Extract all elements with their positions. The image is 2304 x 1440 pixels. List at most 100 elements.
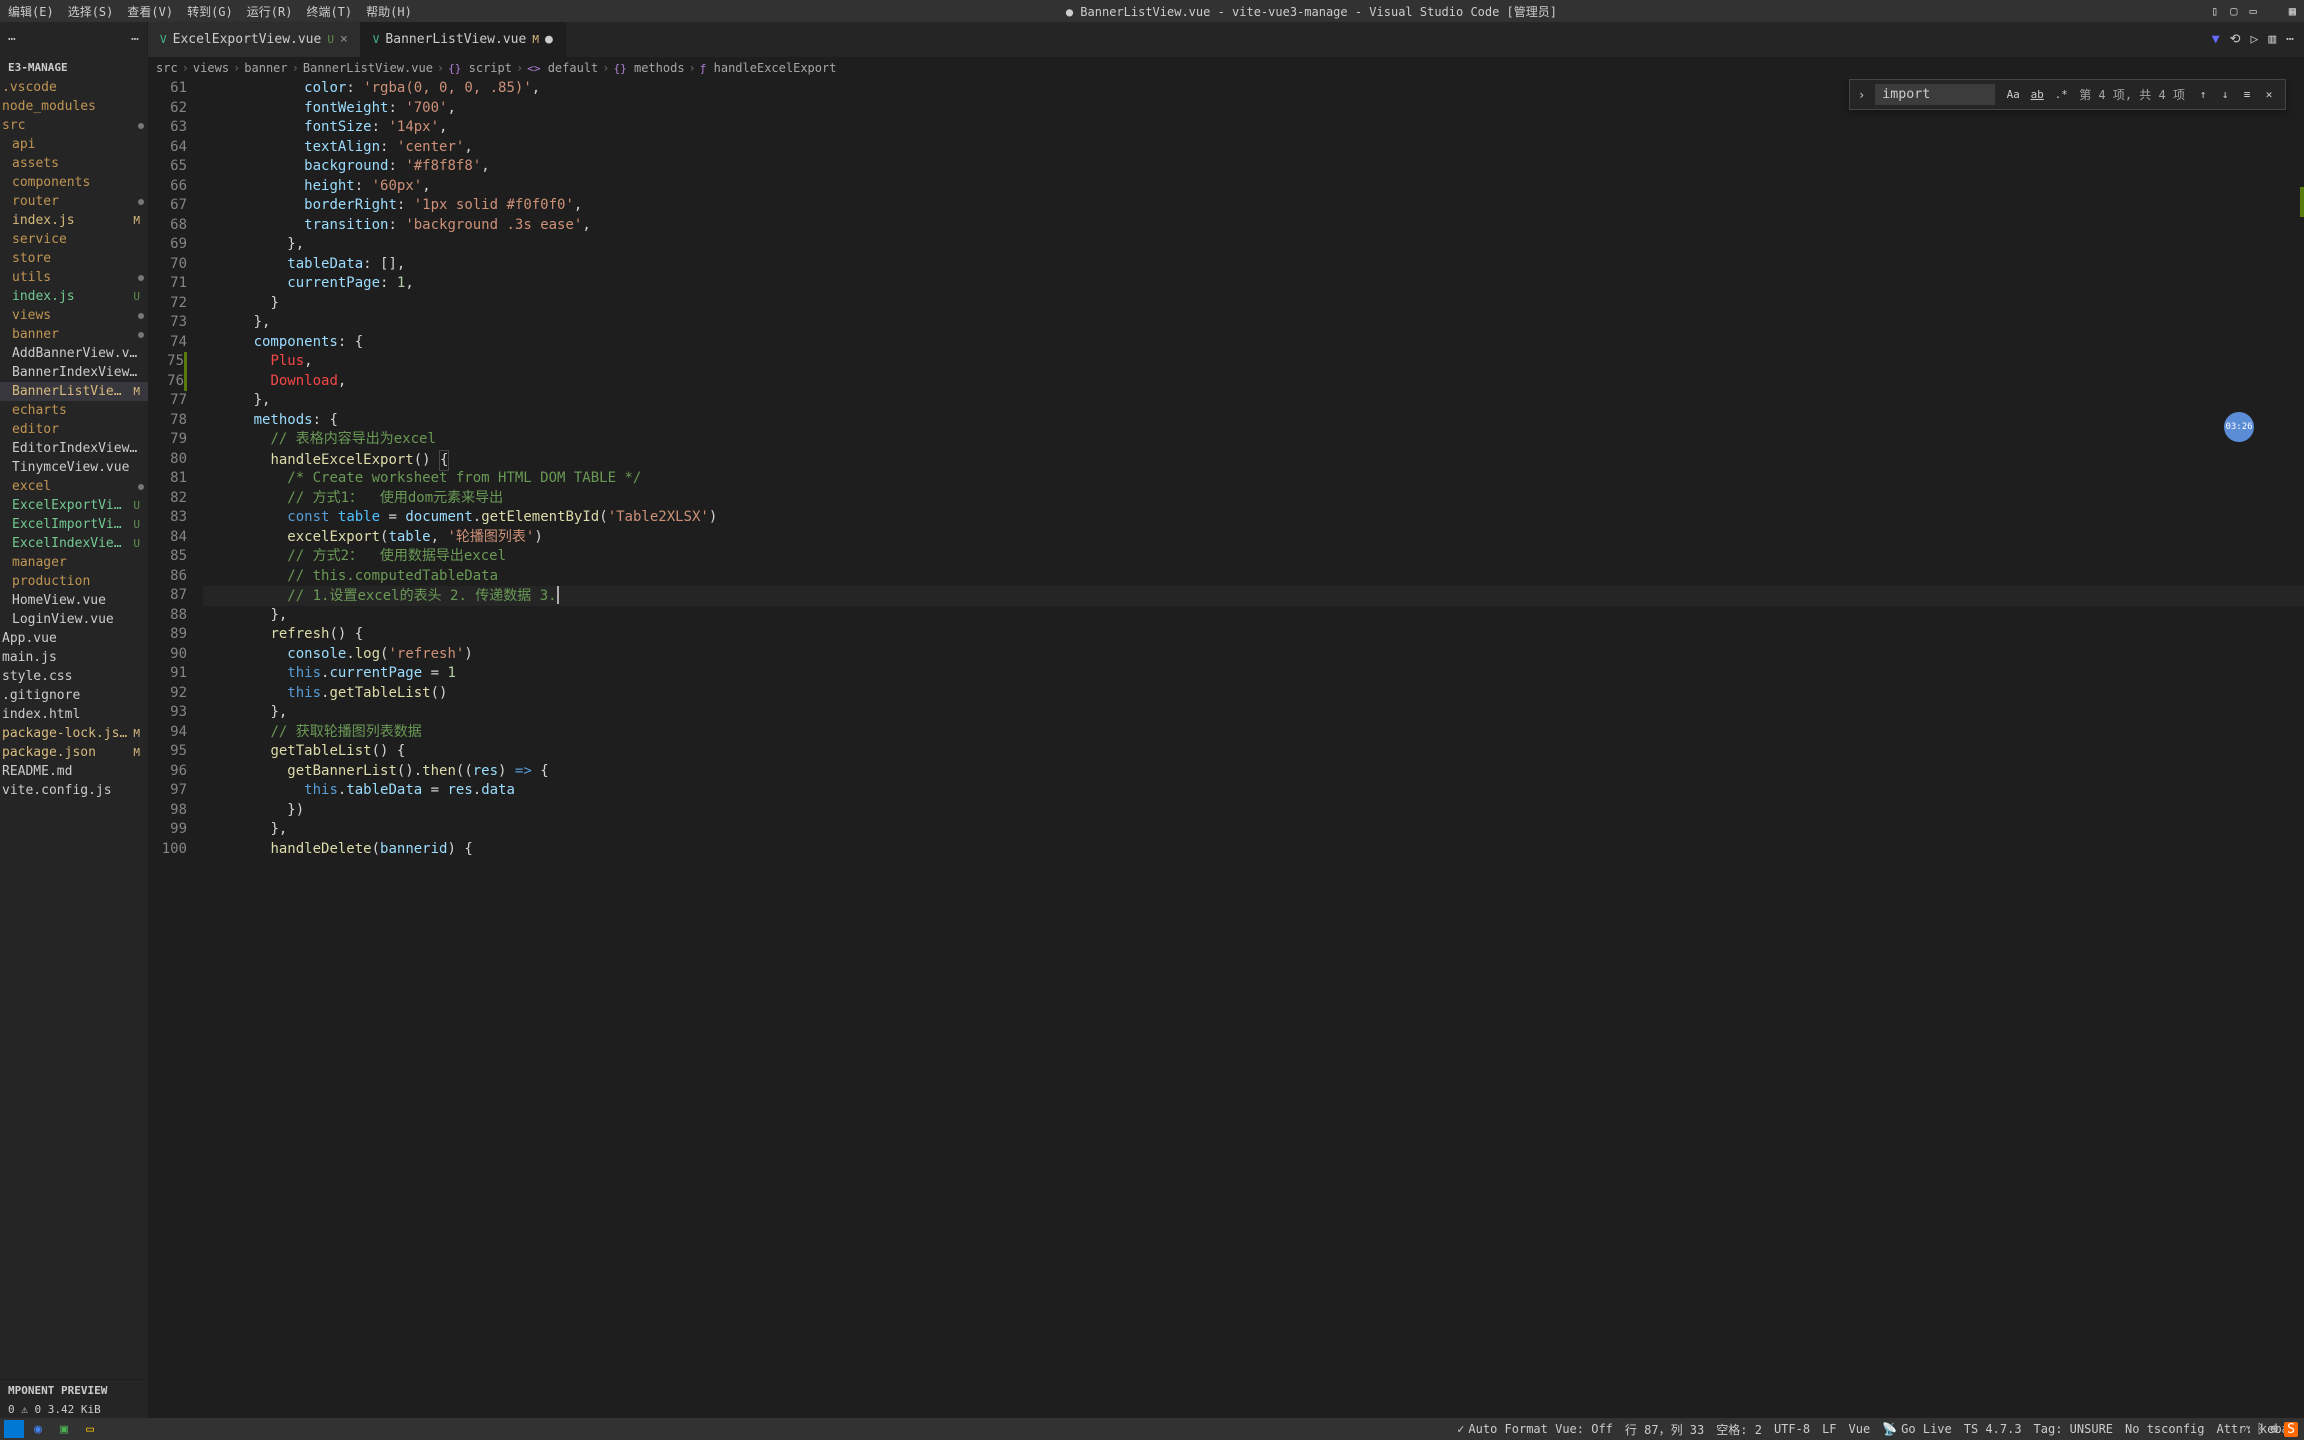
menu-item[interactable]: 运行(R) [247, 3, 293, 20]
find-expand-icon[interactable]: › [1856, 88, 1867, 102]
vite-icon[interactable]: ▼ [2212, 32, 2220, 47]
tray-bt-icon[interactable]: ᛒ [2257, 1422, 2265, 1437]
layout-icon[interactable]: ▦ [2289, 4, 2296, 18]
file-item[interactable]: README.md [0, 762, 148, 781]
status-encoding[interactable]: UTF-8 [1774, 1422, 1810, 1436]
code-line[interactable]: }, [203, 235, 2304, 255]
status-cursor[interactable]: 行 87，列 33 [1625, 1421, 1704, 1438]
code-line[interactable]: }, [203, 606, 2304, 626]
breadcrumb-item[interactable]: <> default [527, 61, 598, 75]
component-preview-title[interactable]: MPONENT PREVIEW [0, 1379, 148, 1401]
code-line[interactable]: }, [203, 391, 2304, 411]
taskbar-app-icon[interactable]: ▣ [52, 1419, 76, 1439]
menu-item[interactable]: 查看(V) [127, 3, 173, 20]
find-input[interactable] [1875, 84, 1995, 105]
folder-item[interactable]: router [0, 192, 148, 211]
menu-item[interactable]: 编辑(E) [8, 3, 54, 20]
file-item[interactable]: EditorIndexView.vue [0, 439, 148, 458]
more-tab-icon[interactable]: ⋯ [2286, 32, 2294, 47]
code-line[interactable]: this.getTableList() [203, 684, 2304, 704]
folder-item[interactable]: node_modules [0, 97, 148, 116]
file-item[interactable]: ExcelExportView.vueU [0, 496, 148, 515]
file-item[interactable]: .gitignore [0, 686, 148, 705]
file-item[interactable]: vite.config.js [0, 781, 148, 800]
breadcrumb-item[interactable]: views [193, 61, 229, 75]
folder-item[interactable]: store [0, 249, 148, 268]
code-line[interactable]: Download, [203, 372, 2304, 392]
taskbar-vscode-icon[interactable] [4, 1420, 24, 1438]
editor-tab[interactable]: VExcelExportView.vueU× [148, 22, 361, 57]
status-lang[interactable]: Vue [1849, 1422, 1871, 1436]
folder-item[interactable]: banner [0, 325, 148, 344]
status-golive[interactable]: 📡 Go Live [1882, 1422, 1952, 1436]
code-line[interactable]: transition: 'background .3s ease', [203, 216, 2304, 236]
code-line[interactable]: refresh() { [203, 625, 2304, 645]
timer-badge[interactable]: 03:26 [2224, 412, 2254, 442]
taskbar-explorer-icon[interactable]: ▭ [78, 1419, 102, 1439]
code-line[interactable]: methods: { [203, 411, 2304, 431]
folder-item[interactable]: components [0, 173, 148, 192]
whole-word-icon[interactable]: ab [2027, 85, 2047, 105]
code-line[interactable]: height: '60px', [203, 177, 2304, 197]
find-selection-icon[interactable]: ≡ [2237, 85, 2257, 105]
find-next-icon[interactable]: ↓ [2215, 85, 2235, 105]
code-line[interactable]: }, [203, 703, 2304, 723]
folder-item[interactable]: assets [0, 154, 148, 173]
compare-icon[interactable]: ⟲ [2230, 32, 2241, 47]
code-line[interactable]: textAlign: 'center', [203, 138, 2304, 158]
split-icon[interactable]: ▥ [2268, 32, 2276, 47]
file-item[interactable]: LoginView.vue [0, 610, 148, 629]
menu-item[interactable]: 终端(T) [306, 3, 352, 20]
code-line[interactable]: getBannerList().then((res) => { [203, 762, 2304, 782]
file-item[interactable]: BannerIndexView.vue [0, 363, 148, 382]
folder-item[interactable]: utils [0, 268, 148, 287]
code-line[interactable]: // this.computedTableData [203, 567, 2304, 587]
file-item[interactable]: AddBannerView.vue [0, 344, 148, 363]
code-line[interactable]: // 1.设置excel的表头 2. 传递数据 3. [203, 586, 2304, 606]
folder-item[interactable]: .vscode [0, 78, 148, 97]
file-item[interactable]: BannerListView.vueM [0, 382, 148, 401]
code-line[interactable]: getTableList() { [203, 742, 2304, 762]
collapse-icon[interactable]: ⋯ [8, 32, 16, 47]
tray-ime-icon[interactable]: S [2284, 1422, 2298, 1437]
folder-item[interactable]: echarts [0, 401, 148, 420]
code-line[interactable]: console.log('refresh') [203, 645, 2304, 665]
code-line[interactable]: borderRight: '1px solid #f0f0f0', [203, 196, 2304, 216]
breadcrumb[interactable]: src›views›banner›BannerListView.vue›{} s… [148, 57, 2304, 79]
folder-item[interactable]: api [0, 135, 148, 154]
code-line[interactable]: handleDelete(bannerid) { [203, 840, 2304, 860]
taskbar-chrome-icon[interactable]: ◉ [26, 1419, 50, 1439]
status-ts[interactable]: TS 4.7.3 [1964, 1422, 2022, 1436]
split-left-icon[interactable]: ▯ [2211, 4, 2218, 18]
split-center-icon[interactable]: ▢ [2230, 4, 2237, 18]
file-item[interactable]: package-lock.jsonM [0, 724, 148, 743]
editor[interactable]: 6162636465666768697071727374757677787980… [148, 79, 2304, 1418]
status-eol[interactable]: LF [1822, 1422, 1836, 1436]
file-item[interactable]: index.jsM [0, 211, 148, 230]
breadcrumb-item[interactable]: {} methods [614, 61, 685, 75]
file-item[interactable]: index.jsU [0, 287, 148, 306]
folder-item[interactable]: excel [0, 477, 148, 496]
tray-wifi-icon[interactable]: ⊕ [2270, 1422, 2278, 1437]
status-autoformat[interactable]: ✓ Auto Format Vue: Off [1457, 1422, 1613, 1436]
project-name[interactable]: E3-MANAGE [0, 57, 148, 78]
panel-icon[interactable]: ▭ [2250, 4, 2257, 18]
code-line[interactable]: // 获取轮播图列表数据 [203, 723, 2304, 743]
find-close-icon[interactable]: ✕ [2259, 85, 2279, 105]
file-item[interactable]: ExcelImportView.vueU [0, 515, 148, 534]
run-icon[interactable]: ▷ [2251, 32, 2259, 47]
code-line[interactable]: // 方式1： 使用dom元素来导出 [203, 489, 2304, 509]
status-spaces[interactable]: 空格: 2 [1716, 1421, 1762, 1438]
file-item[interactable]: index.html [0, 705, 148, 724]
file-item[interactable]: main.js [0, 648, 148, 667]
folder-item[interactable]: src [0, 116, 148, 135]
file-item[interactable]: ExcelIndexView.vueU [0, 534, 148, 553]
code-line[interactable]: }) [203, 801, 2304, 821]
menu-item[interactable]: 转到(G) [187, 3, 233, 20]
code-line[interactable]: handleExcelExport() { [203, 450, 2304, 470]
editor-tab[interactable]: VBannerListView.vueM● [361, 22, 566, 57]
code-line[interactable]: }, [203, 820, 2304, 840]
code-line[interactable]: excelExport(table, '轮播图列表') [203, 528, 2304, 548]
breadcrumb-item[interactable]: {} script [448, 61, 512, 75]
code-line[interactable]: background: '#f8f8f8', [203, 157, 2304, 177]
